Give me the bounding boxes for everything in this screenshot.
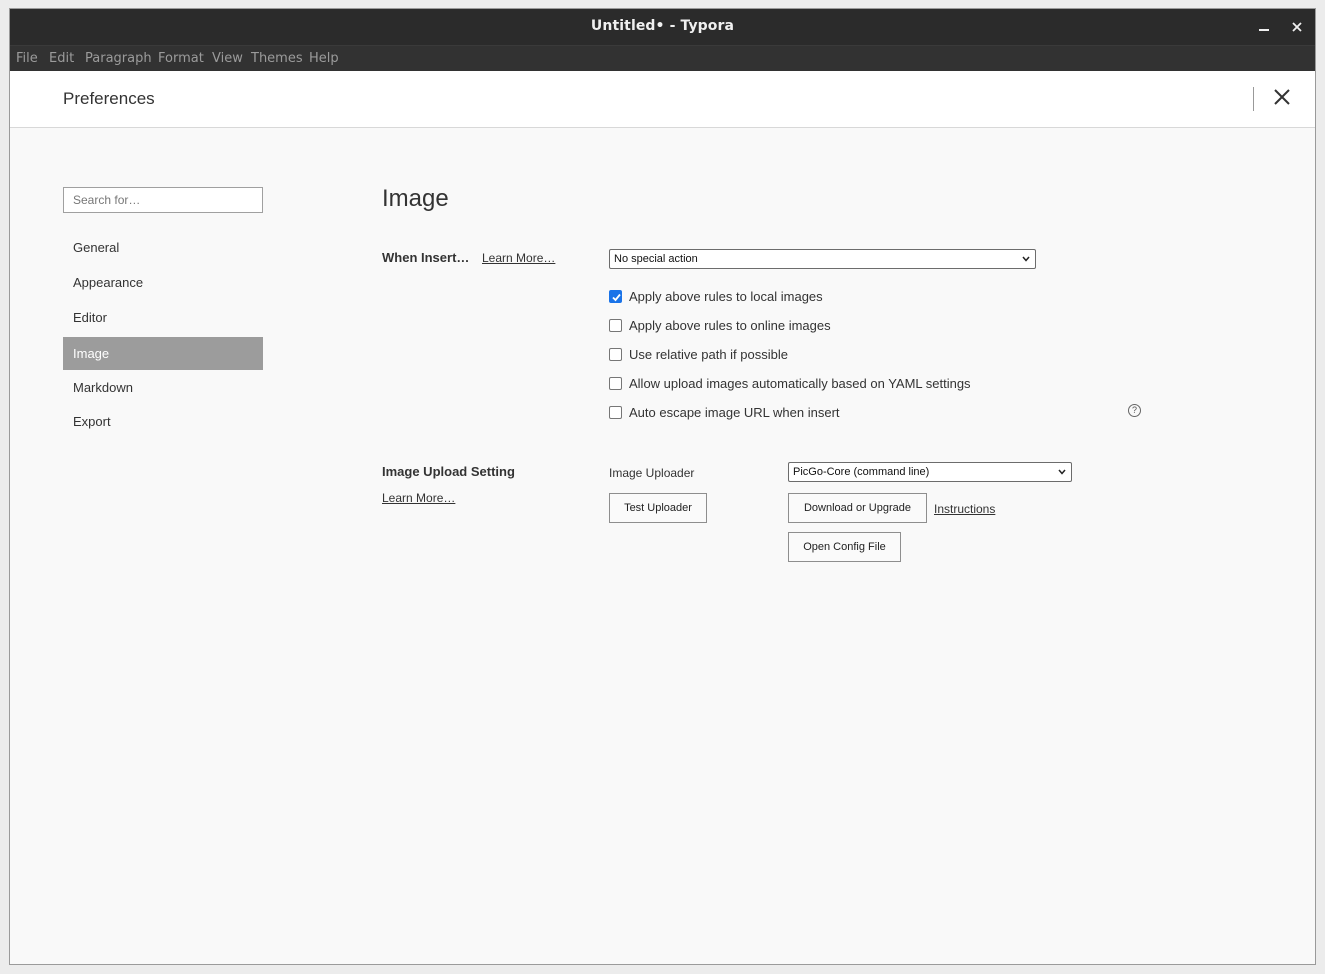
when-insert-select[interactable]: No special action — [609, 249, 1036, 269]
sidebar-item-general[interactable]: General — [63, 231, 263, 264]
upload-learn-more-link[interactable]: Learn More… — [382, 491, 455, 505]
sidebar-item-export[interactable]: Export — [63, 405, 263, 438]
menu-view[interactable]: View — [212, 51, 243, 66]
menu-themes[interactable]: Themes — [251, 51, 303, 66]
menu-format[interactable]: Format — [158, 51, 204, 66]
help-icon[interactable]: ? — [1128, 404, 1141, 417]
preferences-title: Preferences — [63, 89, 155, 108]
sidebar-item-image[interactable]: Image — [63, 337, 263, 370]
chevron-down-icon — [1022, 256, 1030, 262]
section-title: Image — [382, 185, 449, 212]
sidebar-item-editor[interactable]: Editor — [63, 301, 263, 334]
instructions-link[interactable]: Instructions — [934, 502, 995, 516]
image-uploader-label: Image Uploader — [609, 466, 695, 480]
sidebar-item-markdown[interactable]: Markdown — [63, 371, 263, 404]
online-images-checkbox[interactable] — [609, 319, 622, 332]
close-icon — [1274, 89, 1290, 105]
menu-paragraph[interactable]: Paragraph — [85, 51, 152, 66]
when-insert-learn-more-link[interactable]: Learn More… — [482, 251, 555, 265]
window-title: Untitled• - Typora — [590, 18, 735, 34]
chevron-down-icon — [1058, 469, 1066, 475]
auto-escape-checkbox[interactable] — [609, 406, 622, 419]
window-close-button[interactable] — [1287, 17, 1307, 37]
image-upload-setting-label: Image Upload Setting — [382, 464, 515, 479]
menu-file[interactable]: File — [16, 51, 38, 66]
typora-window: Untitled• - Typora File Edit Paragraph F… — [9, 8, 1316, 965]
when-insert-label: When Insert… — [382, 250, 470, 265]
header-divider — [1253, 87, 1254, 111]
minimize-icon — [1259, 29, 1269, 31]
preferences-close-button[interactable] — [1270, 85, 1294, 109]
open-config-file-button[interactable]: Open Config File — [788, 532, 901, 562]
image-uploader-select-value: PicGo-Core (command line) — [793, 466, 930, 478]
yaml-upload-checkbox[interactable] — [609, 377, 622, 390]
title-bar[interactable]: Untitled• - Typora — [10, 9, 1315, 45]
search-input[interactable] — [63, 187, 263, 213]
option-label: Allow upload images automatically based … — [629, 376, 971, 391]
menu-help[interactable]: Help — [309, 51, 339, 66]
checkmark-icon — [612, 293, 621, 302]
when-insert-select-value: No special action — [614, 253, 698, 265]
preferences-header: Preferences — [10, 71, 1315, 128]
option-label: Apply above rules to local images — [629, 289, 823, 304]
sidebar-item-appearance[interactable]: Appearance — [63, 266, 263, 299]
menu-edit[interactable]: Edit — [49, 51, 74, 66]
menu-bar: File Edit Paragraph Format View Themes H… — [10, 45, 1315, 71]
option-label: Apply above rules to online images — [629, 318, 831, 333]
relative-path-checkbox[interactable] — [609, 348, 622, 361]
option-label: Use relative path if possible — [629, 347, 788, 362]
close-icon — [1292, 22, 1302, 32]
test-uploader-button[interactable]: Test Uploader — [609, 493, 707, 523]
image-uploader-select[interactable]: PicGo-Core (command line) — [788, 462, 1072, 482]
option-label: Auto escape image URL when insert — [629, 405, 840, 420]
download-or-upgrade-button[interactable]: Download or Upgrade — [788, 493, 927, 523]
minimize-button[interactable] — [1254, 17, 1274, 37]
local-images-checkbox[interactable] — [609, 290, 622, 303]
